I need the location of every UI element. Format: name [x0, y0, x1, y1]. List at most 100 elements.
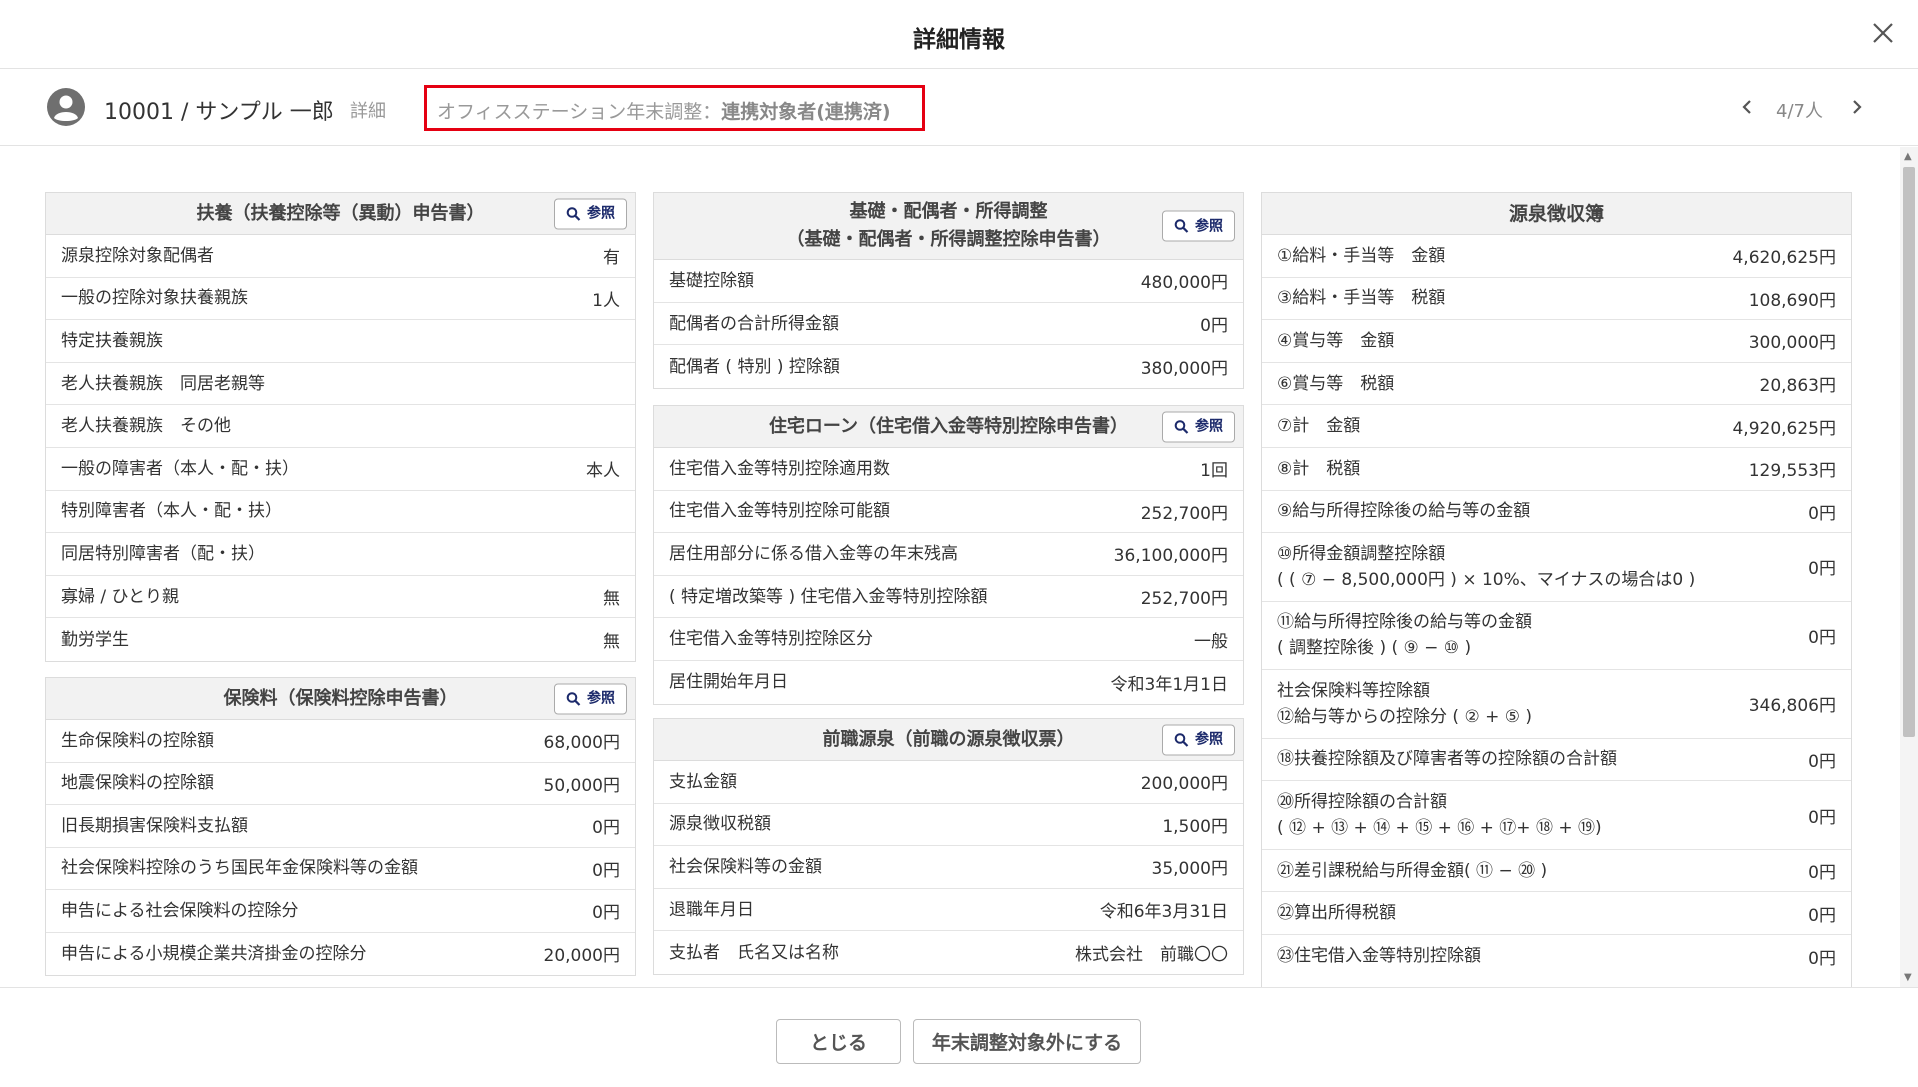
row-label-line: 支払者 氏名又は名称: [669, 942, 839, 963]
scroll-up-arrow-icon[interactable]: ▲: [1904, 151, 1912, 162]
row-value: 0円: [1808, 905, 1836, 926]
row-label-line: ( 特定増改築等 ) 住宅借入金等特別控除額: [669, 586, 988, 607]
ref-label: 参照: [587, 690, 615, 707]
row-label: 同居特別障害者（配・扶）: [61, 541, 265, 567]
table-row: 配偶者 ( 特別 ) 控除額 380,000円: [654, 345, 1243, 388]
panel-previous-job: 前職源泉（前職の源泉徴収票） 参照 支払金額 200,000円 源泉徴収税額 1,50…: [653, 718, 1244, 975]
row-label-line: 源泉控除対象配偶者: [61, 245, 214, 266]
row-label-line: 居住用部分に係る借入金等の年末残高: [669, 543, 958, 564]
row-label-line: ( ( ⑦ − 8,500,000円 ) × 10%、マイナスの場合は0 ): [1277, 569, 1696, 590]
row-value: 0円: [592, 818, 620, 839]
table-row: 同居特別障害者（配・扶）: [46, 533, 635, 576]
close-icon: [1873, 23, 1893, 43]
panel-header: 源泉徴収簿: [1262, 193, 1851, 235]
row-value: 0円: [592, 860, 620, 881]
row-value: 令和6年3月31日: [1099, 902, 1228, 923]
ref-button[interactable]: 参照: [1162, 724, 1235, 755]
ref-button[interactable]: 参照: [1162, 411, 1235, 442]
scroll-thumb[interactable]: [1903, 167, 1915, 737]
row-label-line: 配偶者の合計所得金額: [669, 313, 839, 334]
row-value: 令和3年1月1日: [1110, 674, 1228, 695]
row-label-line: ㉑差引課税給与所得金額( ⑪ − ⑳ ): [1277, 860, 1548, 881]
row-label: ①給料・手当等 金額: [1277, 243, 1445, 269]
table-row: ⑪給与所得控除後の給与等の金額 ( 調整控除後 ) ( ⑨ − ⑩ ) 0円: [1262, 602, 1851, 671]
row-value: 0円: [592, 903, 620, 924]
search-icon: [1174, 732, 1189, 747]
row-label: 旧長期損害保険料支払額: [61, 813, 248, 839]
row-label-line: 地震保険料の控除額: [61, 773, 214, 794]
row-value: 380,000円: [1140, 359, 1228, 380]
row-value: 0円: [1808, 751, 1836, 772]
table-row: ㉓住宅借入金等特別控除額 0円: [1262, 935, 1851, 978]
table-row: 老人扶養親族 その他: [46, 405, 635, 448]
panel-title-line1: 基礎・配偶者・所得調整: [849, 201, 1048, 222]
ref-button[interactable]: 参照: [554, 683, 627, 714]
ref-button[interactable]: 参照: [554, 198, 627, 229]
row-label-line: ①給料・手当等 金額: [1277, 245, 1446, 266]
row-label: 一般の障害者（本人・配・扶）: [61, 456, 299, 482]
panel-rows: 基礎控除額 480,000円 配偶者の合計所得金額 0円 配偶者 ( 特別 ) 控除額 3…: [654, 260, 1243, 388]
row-label: ㉓住宅借入金等特別控除額: [1277, 943, 1481, 969]
row-label: 住宅借入金等特別控除可能額: [669, 498, 890, 524]
row-label-line: ( 調整控除後 ) ( ⑨ − ⑩ ): [1277, 638, 1472, 659]
table-row: 一般の障害者（本人・配・扶） 本人: [46, 448, 635, 491]
close-dialog-button[interactable]: とじる: [776, 1019, 901, 1064]
row-value: 無: [603, 632, 620, 653]
chevron-left-icon[interactable]: [1735, 93, 1759, 121]
ref-button[interactable]: 参照: [1162, 210, 1235, 242]
row-label: 退職年月日: [669, 897, 754, 923]
chevron-right-icon[interactable]: [1845, 93, 1869, 121]
table-row: 老人扶養親族 同居老親等: [46, 363, 635, 406]
row-label-line: 住宅借入金等特別控除適用数: [669, 458, 890, 479]
row-value: 1,500円: [1162, 816, 1228, 837]
row-value: 129,553円: [1748, 461, 1836, 482]
row-label: 特定扶養親族: [61, 328, 163, 354]
row-label-line: ⑥賞与等 税額: [1277, 373, 1395, 394]
exclude-year-end-button[interactable]: 年末調整対象外にする: [913, 1019, 1141, 1064]
row-value: 20,000円: [543, 946, 620, 967]
row-value: 4,620,625円: [1732, 248, 1836, 269]
table-row: ⑥賞与等 税額 20,863円: [1262, 363, 1851, 406]
detail-link[interactable]: 詳細: [350, 97, 386, 123]
modal-title: 詳細情報: [913, 27, 1005, 53]
close-button[interactable]: [1868, 18, 1898, 48]
table-row: 社会保険料等控除額 ⑫給与等からの控除分 ( ② + ⑤ ) 346,806円: [1262, 670, 1851, 739]
panel-housing: 住宅ローン（住宅借入金等特別控除申告書） 参照 住宅借入金等特別控除適用数 1回住…: [653, 405, 1244, 705]
table-row: ④賞与等 金額 300,000円: [1262, 320, 1851, 363]
table-row: 申告による小規模企業共済掛金の控除分 20,000円: [46, 933, 635, 976]
panel-rows: 支払金額 200,000円 源泉徴収税額 1,500円 社会保険料等の金額 35,000円…: [654, 761, 1243, 974]
row-value: 0円: [1808, 503, 1836, 524]
ref-label: 参照: [1195, 418, 1223, 435]
row-value: 68,000円: [543, 733, 620, 754]
table-row: ③給料・手当等 税額 108,690円: [1262, 278, 1851, 321]
modal-footer: とじる 年末調整対象外にする: [0, 987, 1918, 1087]
row-label: ㉑差引課税給与所得金額( ⑪ − ⑳ ): [1277, 858, 1547, 884]
panel-header: 扶養（扶養控除等（異動）申告書） 参照: [46, 193, 635, 235]
table-row: ①給料・手当等 金額 4,620,625円: [1262, 235, 1851, 278]
row-label-line: 特別障害者（本人・配・扶）: [61, 501, 282, 522]
row-label-line: 配偶者 ( 特別 ) 控除額: [669, 356, 840, 377]
row-label: 住宅借入金等特別控除区分: [669, 626, 873, 652]
row-label: ( 特定増改築等 ) 住宅借入金等特別控除額: [669, 584, 987, 610]
row-value: 無: [603, 589, 620, 610]
table-row: ㉒算出所得税額 0円: [1262, 892, 1851, 935]
row-label-line: 老人扶養親族 その他: [61, 416, 231, 437]
status-text: オフィスステーション年末調整：連携対象者(連携済): [437, 97, 891, 124]
row-label: ⑳所得控除額の合計額 ( ⑫ + ⑬ + ⑭ + ⑮ + ⑯ + ⑰+ ⑱ + ⑲…: [1277, 789, 1602, 841]
table-row: 退職年月日 令和6年3月31日: [654, 889, 1243, 932]
employee-bar: 10001 / サンプル 一郎 詳細 オフィスステーション年末調整：連携対象者(…: [0, 69, 1918, 146]
row-label: 居住用部分に係る借入金等の年末残高: [669, 541, 958, 567]
table-row: 源泉徴収税額 1,500円: [654, 804, 1243, 847]
row-label-line: 申告による社会保険料の控除分: [61, 900, 299, 921]
row-label-line: 居住開始年月日: [669, 672, 788, 693]
row-label: 特別障害者（本人・配・扶）: [61, 498, 282, 524]
scroll-down-arrow-icon[interactable]: ▼: [1904, 972, 1912, 983]
row-label: 一般の控除対象扶養親族: [61, 285, 248, 311]
table-row: 住宅借入金等特別控除適用数 1回: [654, 448, 1243, 491]
table-row: ⑦計 金額 4,920,625円: [1262, 405, 1851, 448]
row-label: ⑪給与所得控除後の給与等の金額 ( 調整控除後 ) ( ⑨ − ⑩ ): [1277, 609, 1532, 661]
row-label: 社会保険料控除のうち国民年金保険料等の金額: [61, 855, 418, 881]
scrollbar[interactable]: ▲ ▼: [1900, 147, 1918, 987]
table-row: 一般の控除対象扶養親族 1人: [46, 278, 635, 321]
row-label-line: 基礎控除額: [669, 270, 754, 291]
